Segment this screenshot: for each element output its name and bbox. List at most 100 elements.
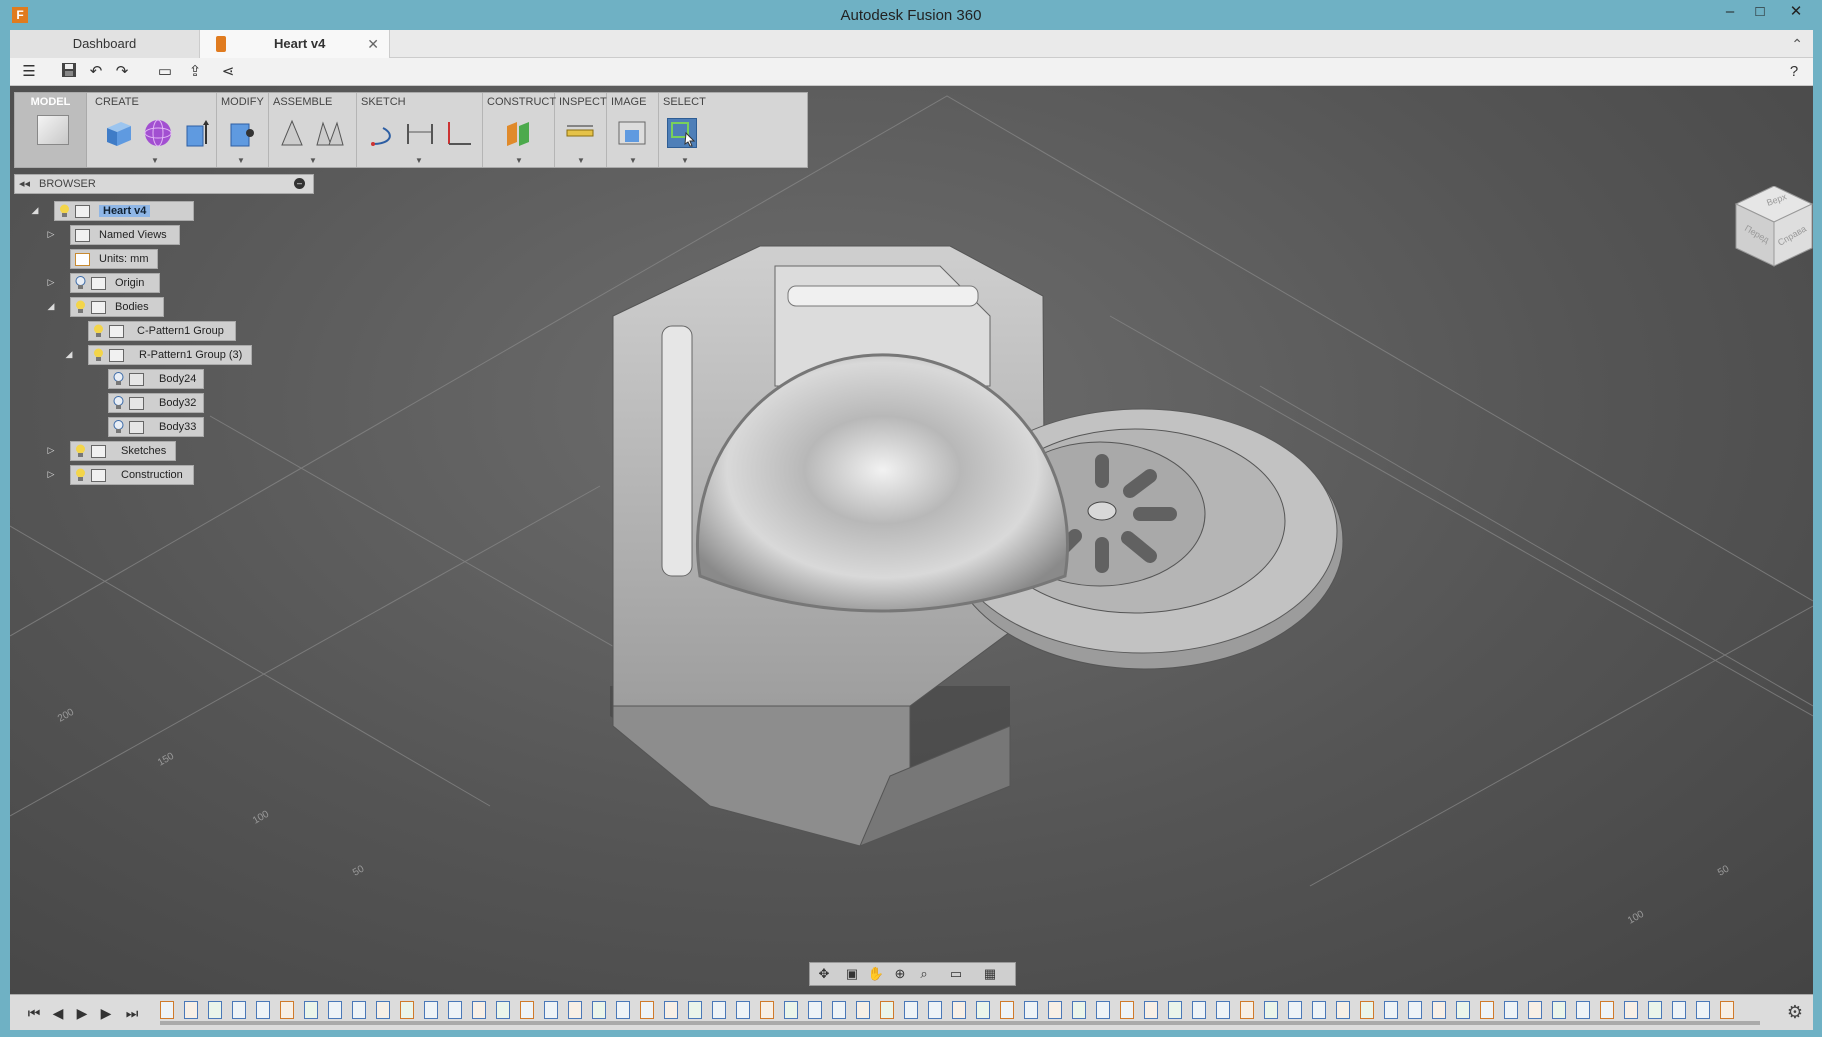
lightbulb-icon[interactable] <box>75 444 86 458</box>
timeline-feature-icon[interactable] <box>664 1001 678 1019</box>
lightbulb-icon[interactable] <box>75 468 86 482</box>
timeline-feature-icon[interactable] <box>1048 1001 1062 1019</box>
collapse-icon[interactable]: ◢ <box>46 301 56 312</box>
timeline-feature-icon[interactable] <box>712 1001 726 1019</box>
select-box-icon[interactable] <box>667 118 697 148</box>
timeline-feature-icon[interactable] <box>1168 1001 1182 1019</box>
timeline-feature-icon[interactable] <box>1648 1001 1662 1019</box>
timeline-feature-icon[interactable] <box>880 1001 894 1019</box>
menu-icon[interactable]: ☰ <box>18 62 40 82</box>
timeline-feature-icon[interactable] <box>376 1001 390 1019</box>
timeline-feature-icon[interactable] <box>688 1001 702 1019</box>
collapse-icon[interactable]: ◢ <box>30 205 40 216</box>
timeline-feature-icon[interactable] <box>1024 1001 1038 1019</box>
redo-icon[interactable]: ↷ <box>110 62 134 82</box>
collapse-icon[interactable]: ◢ <box>64 349 74 360</box>
constraint-icon[interactable] <box>443 118 473 148</box>
3d-viewport[interactable]: 200 150 100 50 100 50 Верх Перед Справа <box>10 86 1813 994</box>
timeline-feature-icon[interactable] <box>1624 1001 1638 1019</box>
select-dropdown[interactable]: ▼ <box>681 156 689 165</box>
offset-plane-icon[interactable] <box>503 118 533 148</box>
timeline-feature-icon[interactable] <box>1528 1001 1542 1019</box>
timeline-feature-icon[interactable] <box>328 1001 342 1019</box>
timeline-feature-icon[interactable] <box>568 1001 582 1019</box>
lightbulb-icon[interactable] <box>93 324 104 338</box>
inspect-dropdown[interactable]: ▼ <box>577 156 585 165</box>
timeline-feature-icon[interactable] <box>1312 1001 1326 1019</box>
dimension-icon[interactable] <box>405 118 435 148</box>
timeline-feature-icon[interactable] <box>1264 1001 1278 1019</box>
step-back-icon[interactable]: ◀ <box>48 1002 68 1024</box>
expand-icon[interactable]: ▷ <box>46 445 56 456</box>
timeline-feature-icon[interactable] <box>1408 1001 1422 1019</box>
timeline-feature-icon[interactable] <box>400 1001 414 1019</box>
timeline-feature-icon[interactable] <box>1384 1001 1398 1019</box>
lightbulb-off-icon[interactable] <box>113 372 124 386</box>
share-icon[interactable]: ⋖ <box>216 62 240 82</box>
sketch-curve-icon[interactable] <box>369 118 399 148</box>
play-icon[interactable]: ▶ <box>96 1002 116 1024</box>
timeline-feature-icon[interactable] <box>1096 1001 1110 1019</box>
timeline-feature-icon[interactable] <box>1336 1001 1350 1019</box>
timeline-feature-icon[interactable] <box>784 1001 798 1019</box>
look-at-icon[interactable]: ▣ <box>842 965 862 983</box>
go-to-start-icon[interactable]: ⏮ <box>24 1002 44 1024</box>
measure-icon[interactable] <box>565 118 595 148</box>
timeline-feature-icon[interactable] <box>544 1001 558 1019</box>
timeline-feature-icon[interactable] <box>1600 1001 1614 1019</box>
timeline-feature-icon[interactable] <box>952 1001 966 1019</box>
modify-dropdown[interactable]: ▼ <box>237 156 245 165</box>
pan-icon[interactable]: ✋ <box>866 965 886 983</box>
timeline-feature-icon[interactable] <box>160 1001 174 1019</box>
timeline-feature-icon[interactable] <box>256 1001 270 1019</box>
timeline-feature-icon[interactable] <box>808 1001 822 1019</box>
help-icon[interactable]: ? <box>1782 62 1806 82</box>
timeline-feature-icon[interactable] <box>232 1001 246 1019</box>
timeline-feature-icon[interactable] <box>1216 1001 1230 1019</box>
timeline-feature-icon[interactable] <box>1504 1001 1518 1019</box>
minimize-button[interactable]: – <box>1714 2 1746 24</box>
timeline-feature-icon[interactable] <box>616 1001 630 1019</box>
image-dropdown[interactable]: ▼ <box>629 156 637 165</box>
timeline-feature-icon[interactable] <box>352 1001 366 1019</box>
timeline-feature-icon[interactable] <box>640 1001 654 1019</box>
timeline-feature-icon[interactable] <box>1480 1001 1494 1019</box>
timeline-feature-icon[interactable] <box>1672 1001 1686 1019</box>
lightbulb-icon[interactable] <box>75 300 86 314</box>
timeline-feature-icon[interactable] <box>592 1001 606 1019</box>
timeline-feature-icon[interactable] <box>928 1001 942 1019</box>
timeline-feature-icon[interactable] <box>520 1001 534 1019</box>
timeline-feature-icon[interactable] <box>832 1001 846 1019</box>
workspace-switcher[interactable]: MODEL <box>15 93 87 167</box>
browser-options-icon[interactable]: – <box>294 178 305 189</box>
fit-icon[interactable]: ⌕ <box>914 965 934 983</box>
lightbulb-off-icon[interactable] <box>113 396 124 410</box>
model-scene[interactable]: 200 150 100 50 100 50 <box>10 86 1813 994</box>
timeline-feature-icon[interactable] <box>1552 1001 1566 1019</box>
lightbulb-off-icon[interactable] <box>75 276 86 290</box>
view-cube[interactable]: Верх Перед Справа <box>1734 185 1813 276</box>
timeline-feature-icon[interactable] <box>1456 1001 1470 1019</box>
timeline-feature-icon[interactable] <box>1072 1001 1086 1019</box>
assemble-dropdown[interactable]: ▼ <box>309 156 317 165</box>
go-to-end-icon[interactable]: ⏭ <box>122 1002 142 1024</box>
display-settings-icon[interactable]: ▭ <box>946 965 966 983</box>
sphere-icon[interactable] <box>143 118 173 148</box>
save-icon[interactable] <box>58 62 80 82</box>
expand-icon[interactable]: ▷ <box>46 277 56 288</box>
timeline-settings-icon[interactable]: ⚙ <box>1787 1002 1803 1023</box>
timeline-feature-icon[interactable] <box>208 1001 222 1019</box>
expand-icon[interactable]: ▷ <box>46 469 56 480</box>
extrude-icon[interactable] <box>181 118 211 148</box>
timeline-feature-icon[interactable] <box>280 1001 294 1019</box>
timeline-feature-icon[interactable] <box>1192 1001 1206 1019</box>
undo-icon[interactable]: ↶ <box>84 62 108 82</box>
timeline-feature-icon[interactable] <box>448 1001 462 1019</box>
grid-settings-icon[interactable]: ▦ <box>980 965 1000 983</box>
sketch-dropdown[interactable]: ▼ <box>415 156 423 165</box>
tab-heart-v4[interactable]: Heart v4 ✕ <box>200 30 390 58</box>
press-pull-icon[interactable] <box>227 118 257 148</box>
box-icon[interactable] <box>103 118 133 148</box>
timeline-feature-icon[interactable] <box>736 1001 750 1019</box>
lightbulb-off-icon[interactable] <box>113 420 124 434</box>
